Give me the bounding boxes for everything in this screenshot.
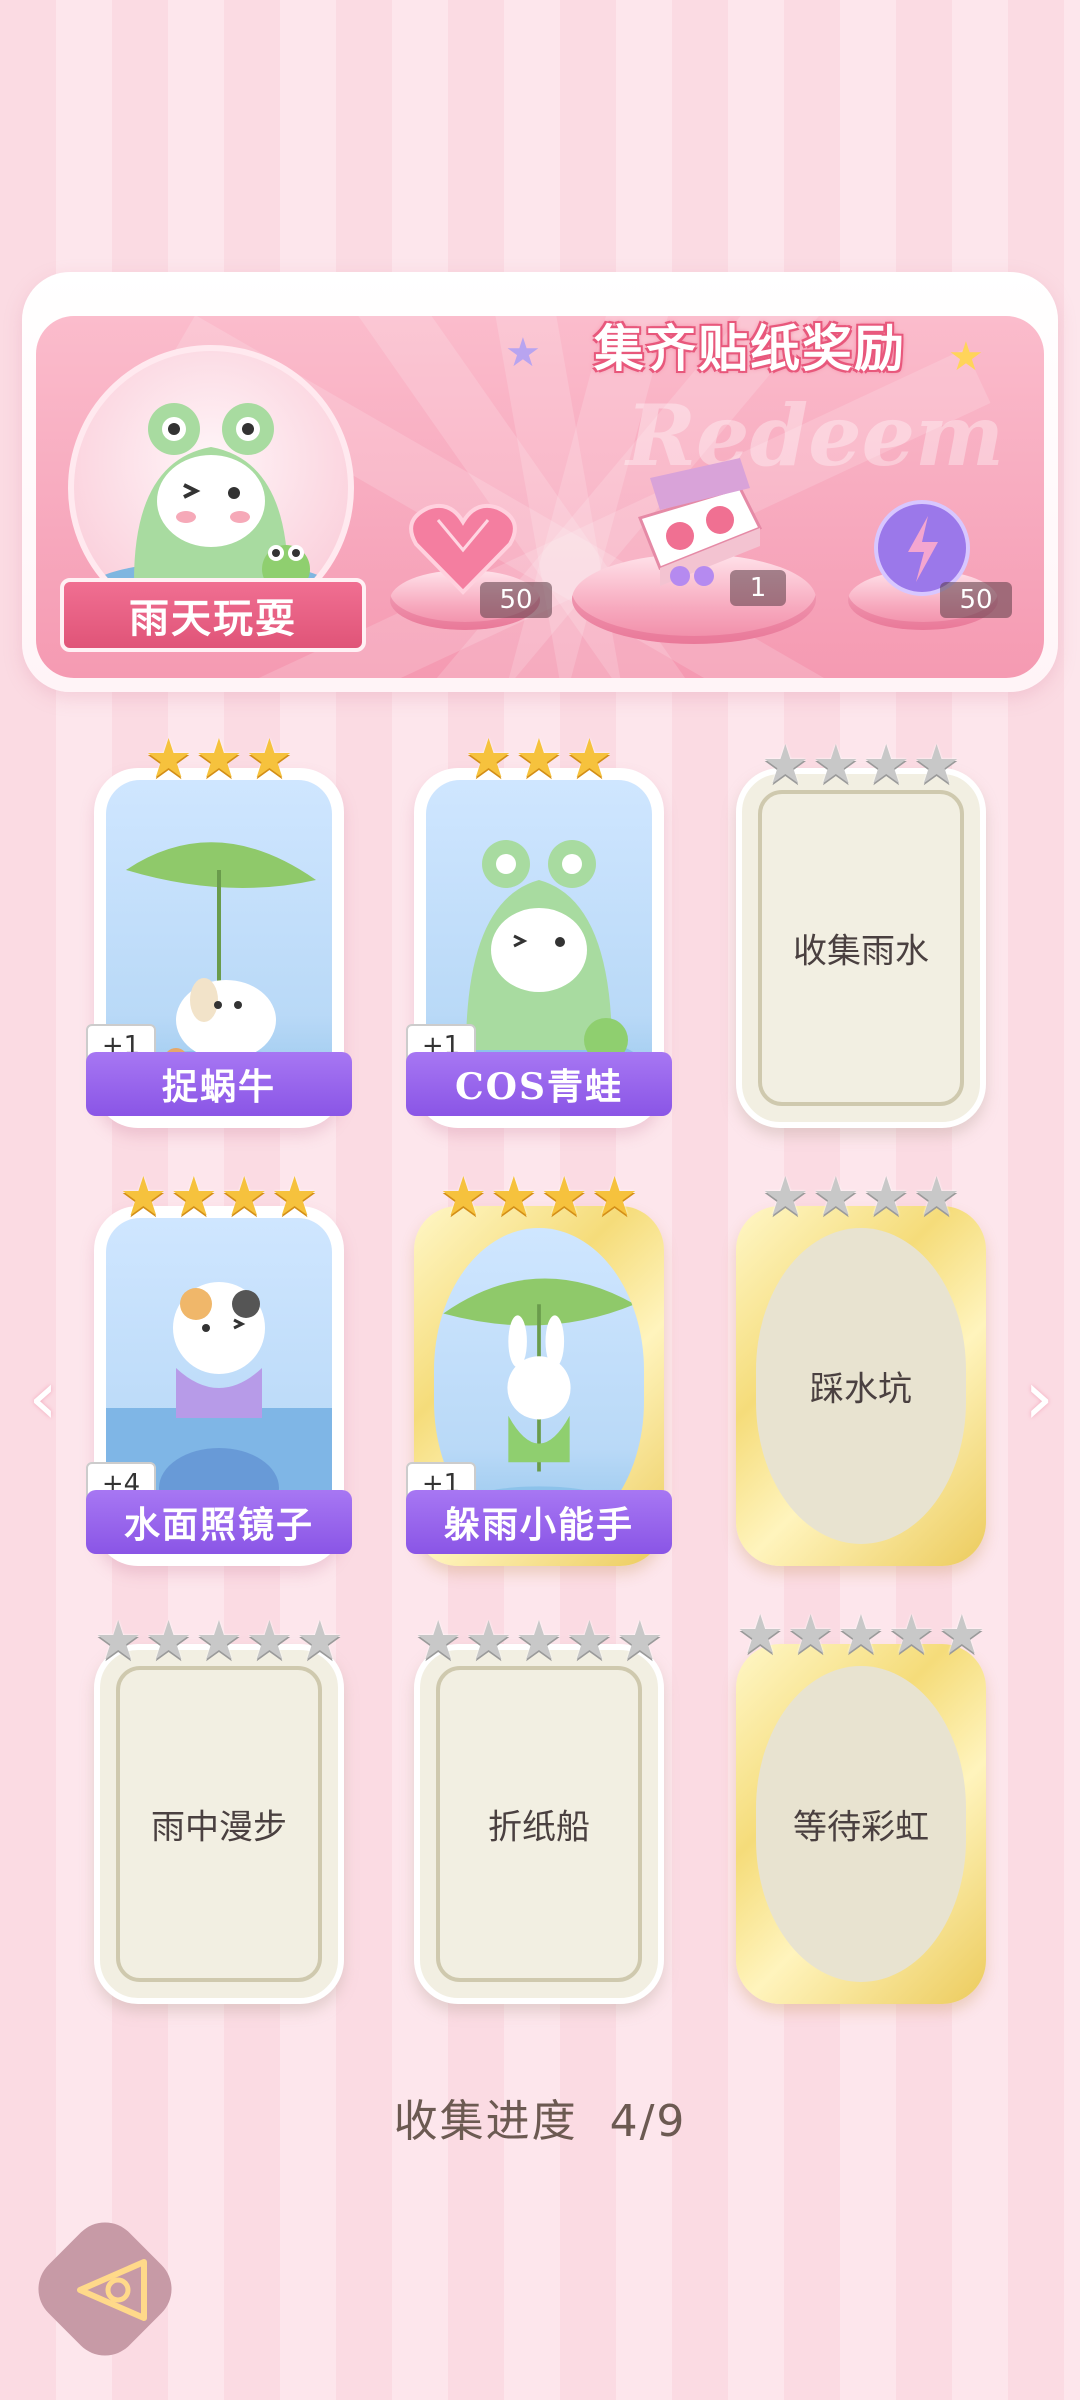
sticker-card[interactable]: 等待彩虹 ★ ★ ★ ★ ★: [736, 1608, 986, 2004]
gold-star-icon: ★: [439, 1165, 488, 1228]
grey-star-icon: ★: [811, 733, 860, 796]
banner-title: 集齐贴纸奖励: [594, 320, 906, 378]
star-rating: ★ ★ ★ ★: [742, 738, 980, 792]
grey-star-icon: ★: [565, 1609, 614, 1672]
card-title: 水面照镜子: [86, 1490, 352, 1554]
grey-star-icon: ★: [615, 1609, 665, 1672]
grey-star-icon: ★: [144, 1609, 193, 1672]
sparkle-star-icon: ★: [505, 330, 541, 376]
grey-star-icon: ★: [786, 1603, 835, 1666]
grey-star-icon: ★: [887, 1603, 936, 1666]
card-title: 收集雨水: [793, 931, 929, 972]
card-title: 躲雨小能手: [406, 1490, 672, 1554]
grey-star-icon: ★: [295, 1609, 345, 1672]
grey-star-icon: ★: [514, 1609, 564, 1672]
grey-star-icon: ★: [912, 1165, 961, 1228]
collection-progress: 收集进度 4/9: [0, 2085, 1080, 2149]
gold-star-icon: ★: [514, 727, 564, 790]
card-title: 踩水坑: [810, 1369, 912, 1410]
grey-star-icon: ★: [862, 733, 911, 796]
reward-count: 50: [940, 582, 1012, 618]
star-rating: ★ ★ ★ ★ ★: [736, 1608, 986, 1662]
progress-value: 4/9: [609, 2096, 687, 2147]
reward-count: 50: [480, 582, 552, 618]
gold-star-icon: ★: [270, 1165, 319, 1228]
grey-star-icon: ★: [194, 1609, 244, 1672]
sticker-card[interactable]: 收集雨水 ★ ★ ★ ★: [736, 738, 986, 1128]
character-name-ribbon: 雨天玩耍: [60, 578, 366, 652]
progress-label: 收集进度: [393, 2096, 578, 2147]
grey-star-icon: ★: [761, 733, 810, 796]
reward-count: 1: [730, 570, 786, 606]
gold-star-icon: ★: [464, 727, 513, 790]
grey-star-icon: ★: [912, 733, 961, 796]
sticker-card[interactable]: +1 捉蜗牛 ★ ★ ★: [86, 732, 352, 1128]
star-rating: ★ ★ ★ ★ ★: [414, 1609, 664, 1672]
gold-star-icon: ★: [194, 727, 244, 790]
card-title: COS青蛙: [406, 1052, 672, 1116]
grey-star-icon: ★: [937, 1603, 987, 1666]
card-title: 雨中漫步: [151, 1807, 287, 1848]
back-arrow-icon: [77, 2259, 147, 2321]
gold-star-icon: ★: [169, 1165, 218, 1228]
gold-star-icon: ★: [220, 1165, 269, 1228]
grey-star-icon: ★: [836, 1603, 886, 1666]
star-rating: ★ ★ ★: [94, 732, 344, 786]
star-rating: ★ ★ ★ ★: [414, 1170, 664, 1224]
sticker-card[interactable]: 雨中漫步 ★ ★ ★ ★ ★: [94, 1614, 344, 2004]
star-rating: ★ ★ ★ ★ ★: [94, 1609, 344, 1672]
sticker-card[interactable]: +1 COS青蛙 ★ ★ ★: [406, 732, 672, 1128]
sticker-card[interactable]: 折纸船 ★ ★ ★ ★ ★: [414, 1614, 664, 2004]
gold-star-icon: ★: [489, 1165, 538, 1228]
star-rating: ★ ★ ★ ★: [736, 1170, 986, 1224]
grey-star-icon: ★: [862, 1165, 911, 1228]
card-title: 等待彩虹: [793, 1807, 929, 1848]
grey-star-icon: ★: [245, 1609, 294, 1672]
gold-star-icon: ★: [245, 727, 294, 790]
grey-star-icon: ★: [413, 1609, 463, 1672]
sticker-card[interactable]: 踩水坑 ★ ★ ★ ★: [736, 1170, 986, 1566]
grey-star-icon: ★: [735, 1603, 785, 1666]
grey-star-icon: ★: [811, 1165, 860, 1228]
star-rating: ★ ★ ★: [414, 732, 664, 786]
star-rating: ★ ★ ★ ★: [94, 1170, 344, 1224]
next-page-arrow[interactable]: ›: [1014, 1358, 1064, 1438]
gold-star-icon: ★: [590, 1165, 639, 1228]
gold-star-icon: ★: [540, 1165, 589, 1228]
grey-star-icon: ★: [93, 1609, 143, 1672]
grey-star-icon: ★: [761, 1165, 810, 1228]
gold-star-icon: ★: [119, 1165, 168, 1228]
gold-star-icon: ★: [144, 727, 193, 790]
card-title: 折纸船: [488, 1807, 590, 1848]
sticker-card[interactable]: +4 水面照镜子 ★ ★ ★ ★: [86, 1170, 352, 1566]
grey-star-icon: ★: [464, 1609, 513, 1672]
card-title: 捉蜗牛: [86, 1052, 352, 1116]
sticker-card[interactable]: +1 躲雨小能手 ★ ★ ★ ★: [406, 1170, 672, 1566]
previous-page-arrow[interactable]: ‹: [18, 1358, 68, 1438]
sparkle-star-icon: ★: [948, 334, 984, 380]
gold-star-icon: ★: [565, 727, 614, 790]
